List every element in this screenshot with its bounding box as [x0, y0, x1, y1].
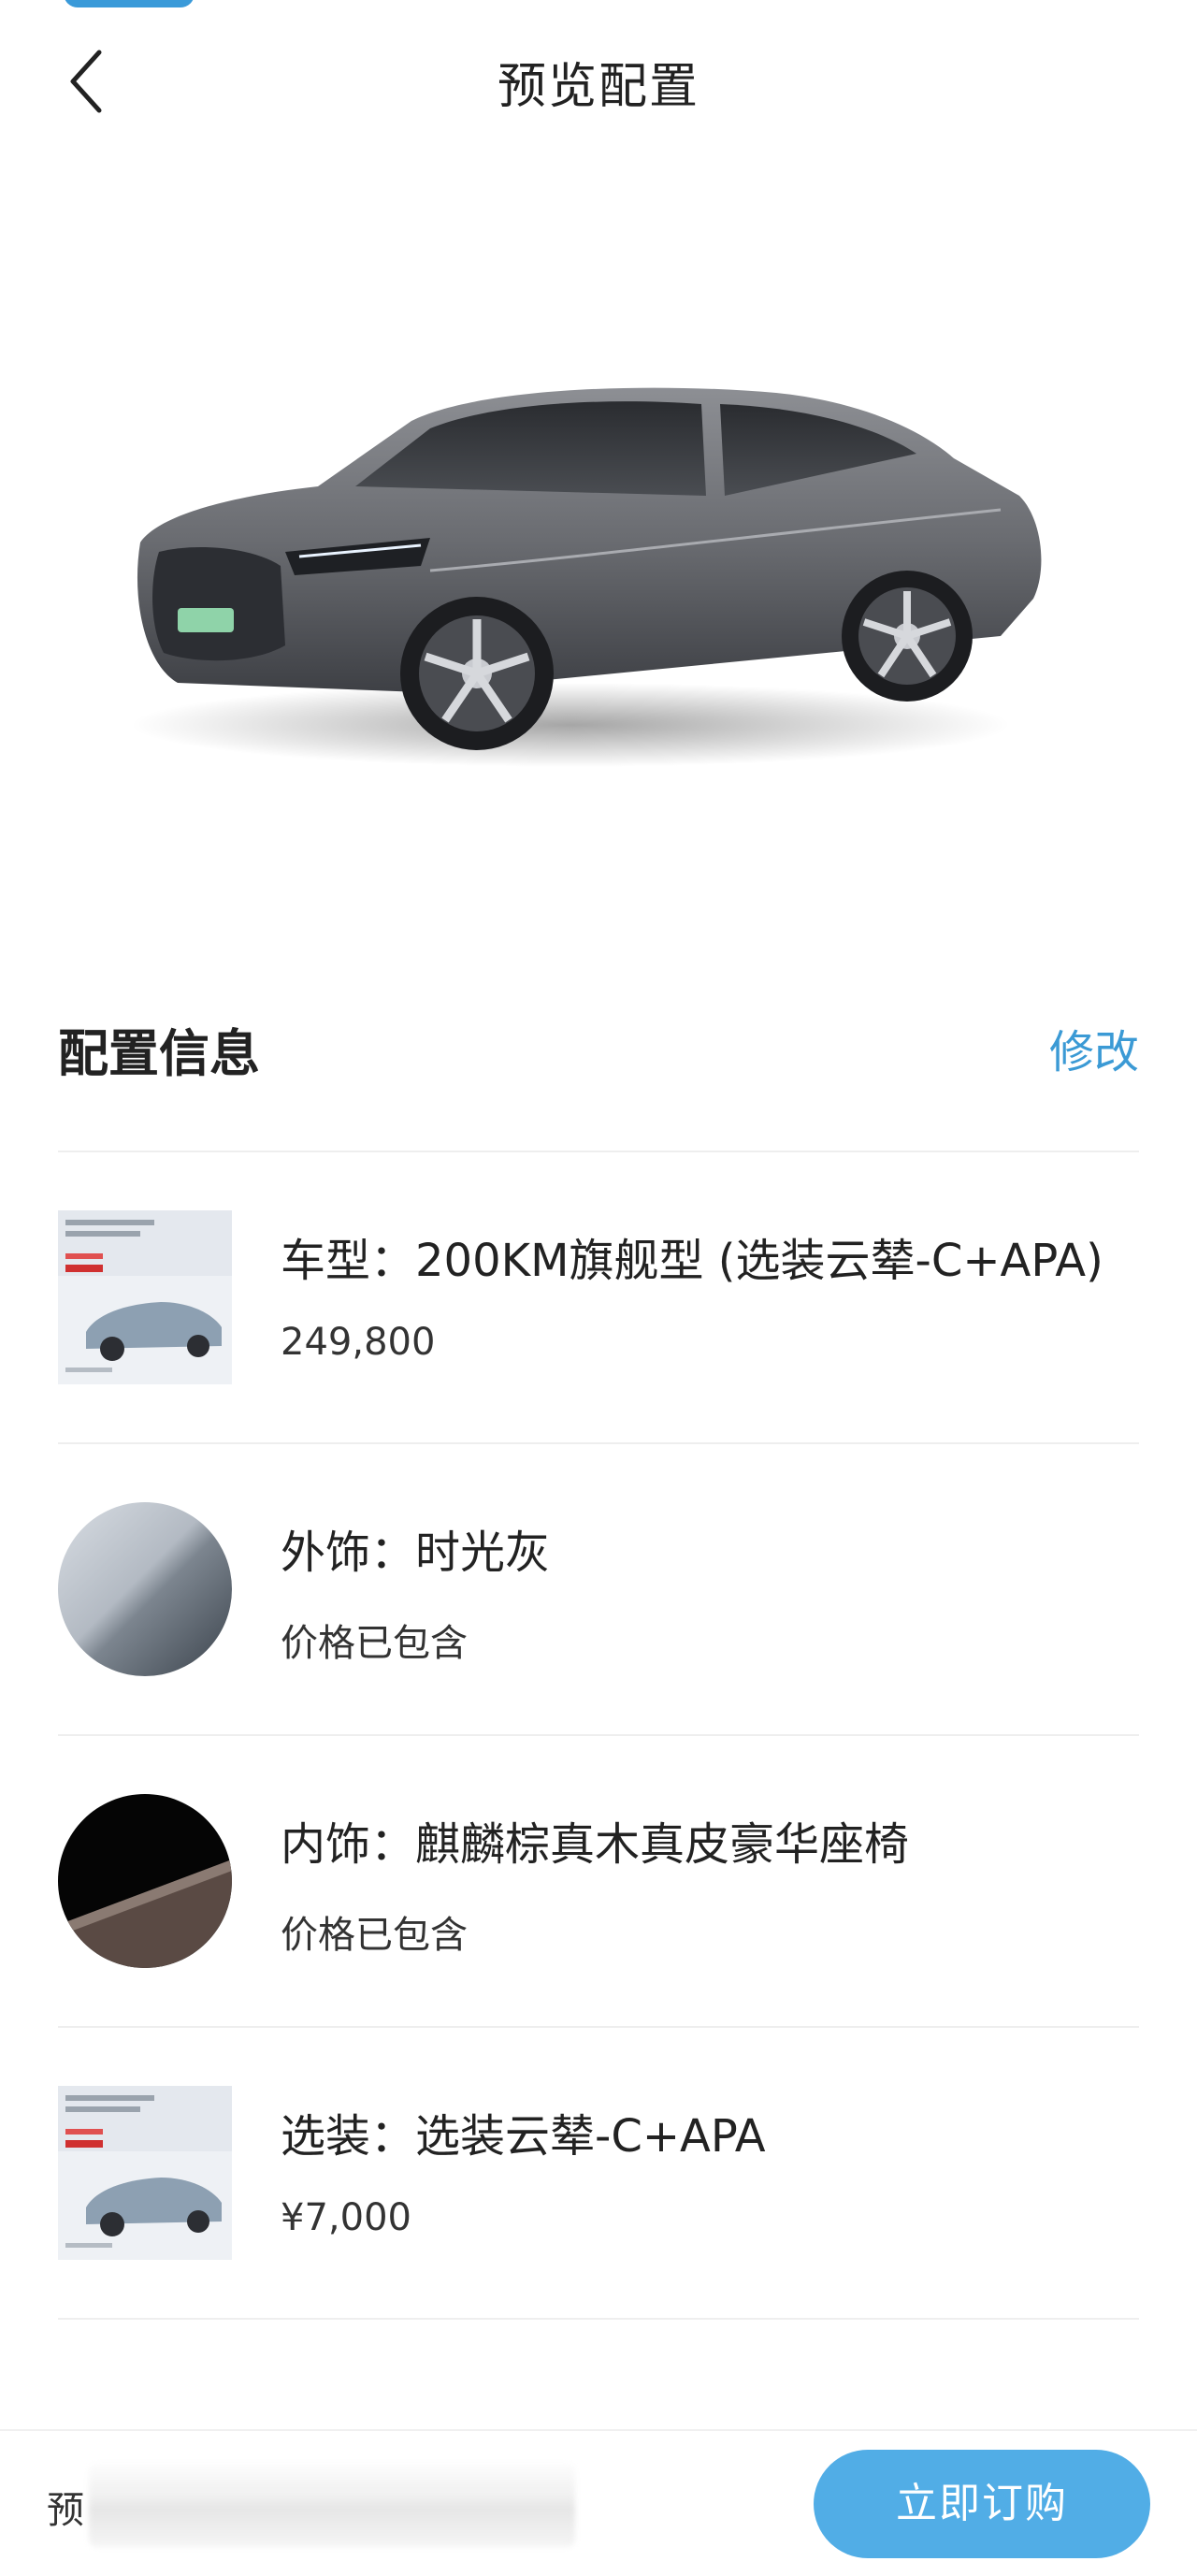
car-promo-thumbnail — [58, 1210, 232, 1384]
section-title: 配置信息 — [58, 1024, 260, 1083]
item-price: 价格已包含 — [281, 1914, 468, 1957]
blurred-price — [89, 2463, 575, 2547]
item-title: 选装：选装云辇-C+APA — [281, 2110, 766, 2163]
order-now-button[interactable]: 立即订购 — [814, 2450, 1150, 2558]
config-item-exterior: 外饰：时光灰 价格已包含 — [58, 1444, 1139, 1736]
config-item-model: 车型：200KM旗舰型 (选装云辇-C+APA) 249,800 — [58, 1152, 1139, 1444]
config-item-interior: 内饰：麒麟棕真木真皮豪华座椅 价格已包含 — [58, 1736, 1139, 2028]
config-item-option: 选装：选装云辇-C+APA ¥7,000 — [58, 2028, 1139, 2320]
exterior-color-swatch — [58, 1502, 232, 1676]
item-price: ¥7,000 — [281, 2196, 411, 2239]
interior-color-swatch — [58, 1794, 232, 1968]
edit-link[interactable]: 修改 — [1049, 1015, 1139, 1080]
car-hero-image — [122, 355, 1057, 786]
page-title: 预览配置 — [497, 59, 699, 115]
bottom-bar: 预 立即订购 — [0, 2429, 1197, 2576]
option-promo-thumbnail — [58, 2086, 232, 2260]
price-label: 预 — [47, 2489, 84, 2532]
item-title: 外饰：时光灰 — [281, 1527, 551, 1579]
item-price: 价格已包含 — [281, 1622, 468, 1665]
item-price: 249,800 — [281, 1321, 436, 1364]
config-list: 车型：200KM旗舰型 (选装云辇-C+APA) 249,800 外饰：时光灰 … — [58, 1151, 1139, 2320]
item-title: 内饰：麒麟棕真木真皮豪华座椅 — [281, 1818, 910, 1871]
item-title: 车型：200KM旗舰型 (选装云辇-C+APA) — [281, 1235, 1103, 1287]
app-header: 预览配置 — [0, 0, 1197, 159]
